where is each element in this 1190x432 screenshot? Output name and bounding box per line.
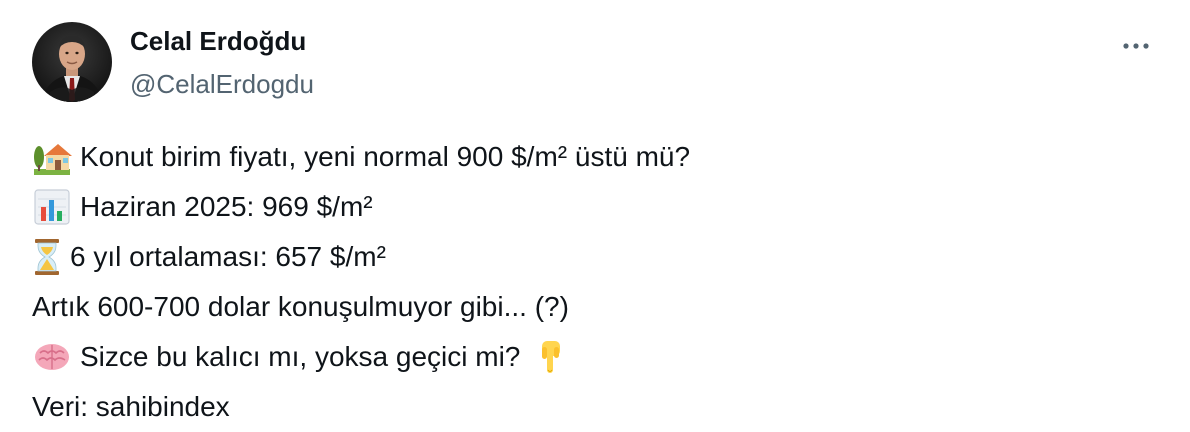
tweet-line-text: 6 yıl ortalaması: 657 $/m² (70, 241, 386, 272)
tweet-line-text: Konut birim fiyatı, yeni normal 900 $/m²… (80, 141, 691, 172)
house-with-garden-icon (32, 137, 72, 177)
tweet-card: Celal Erdoğdu @CelalErdogdu Konut birim … (0, 0, 1190, 432)
more-options-button[interactable] (1116, 26, 1156, 66)
avatar[interactable] (32, 22, 112, 102)
tweet-text: Konut birim fiyatı, yeni normal 900 $/m²… (32, 132, 1152, 432)
author-display-name[interactable]: Celal Erdoğdu (130, 24, 314, 58)
tweet-line-text: Veri: sahibindex (32, 391, 230, 422)
author-block: Celal Erdoğdu @CelalErdogdu (130, 24, 314, 101)
tweet-line-text: Sizce bu kalıcı mı, yoksa geçici mi? (80, 341, 521, 372)
more-dots-icon (1123, 43, 1149, 49)
profile-photo-icon (32, 22, 112, 102)
tweet-line: 6 yıl ortalaması: 657 $/m² (32, 232, 1152, 282)
tweet-line: Sizce bu kalıcı mı, yoksa geçici mi? (32, 332, 1152, 382)
author-handle[interactable]: @CelalErdogdu (130, 67, 314, 101)
hourglass-icon (32, 237, 62, 277)
backhand-index-pointing-down-icon (530, 337, 570, 377)
tweet-line: Haziran 2025: 969 $/m² (32, 182, 1152, 232)
tweet-line-text: Haziran 2025: 969 $/m² (80, 191, 373, 222)
tweet-line: Veri: sahibindex (32, 382, 1152, 432)
brain-icon (32, 337, 72, 377)
bar-chart-icon (32, 187, 72, 227)
tweet-line: Konut birim fiyatı, yeni normal 900 $/m²… (32, 132, 1152, 182)
tweet-line: Artık 600-700 dolar konuşulmuyor gibi...… (32, 282, 1152, 332)
tweet-line-text: Artık 600-700 dolar konuşulmuyor gibi...… (32, 291, 569, 322)
